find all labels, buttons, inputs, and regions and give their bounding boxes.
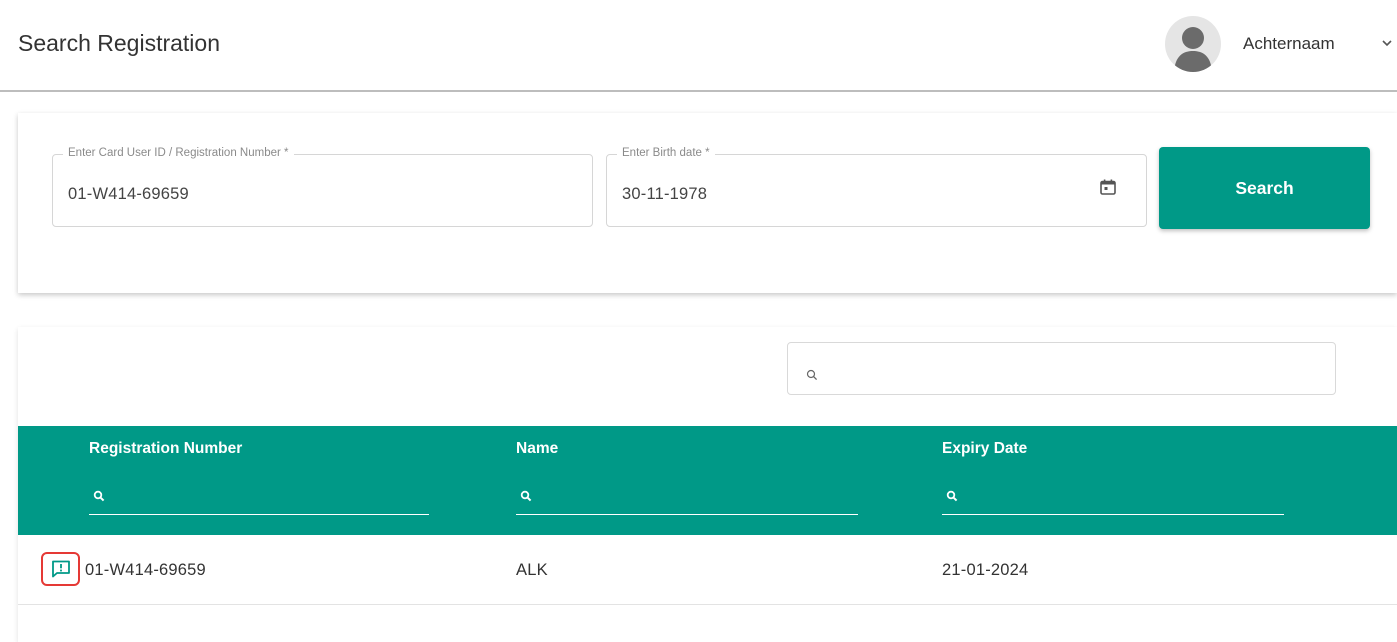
birth-date-value[interactable]: 30-11-1978: [607, 185, 707, 204]
column-header-registration-number[interactable]: Registration Number: [89, 440, 242, 458]
table-row[interactable]: 01-W414-69659 ALK 21-01-2024: [18, 535, 1397, 605]
page-title: Search Registration: [18, 30, 220, 56]
search-icon: [946, 490, 958, 502]
birth-date-field[interactable]: Enter Birth date * 30-11-1978: [606, 147, 1147, 227]
registration-number-label: Enter Card User ID / Registration Number…: [63, 147, 294, 159]
results-card: Registration Number Name Expiry Date 01-…: [18, 327, 1397, 642]
registration-number-value[interactable]: 01-W414-69659: [53, 185, 189, 204]
global-search-input[interactable]: [787, 342, 1336, 395]
user-name[interactable]: Achternaam: [1243, 34, 1335, 54]
cell-name: ALK: [516, 561, 548, 579]
search-icon: [806, 369, 818, 381]
registration-number-field[interactable]: Enter Card User ID / Registration Number…: [52, 147, 593, 227]
user-avatar-icon[interactable]: [1165, 16, 1221, 72]
cell-registration-number: 01-W414-69659: [85, 561, 206, 579]
registration-number-filter-input[interactable]: [89, 487, 429, 515]
column-header-expiry-date[interactable]: Expiry Date: [942, 440, 1027, 458]
table-header: Registration Number Name Expiry Date: [18, 426, 1397, 535]
search-icon: [93, 490, 105, 502]
name-filter-input[interactable]: [516, 487, 858, 515]
search-icon: [520, 490, 532, 502]
expiry-date-filter-input[interactable]: [942, 487, 1284, 515]
calendar-icon[interactable]: [1099, 178, 1117, 196]
search-form-card: Enter Card User ID / Registration Number…: [18, 113, 1397, 293]
top-bar: Search Registration Achternaam: [0, 0, 1397, 92]
chevron-down-icon[interactable]: [1380, 36, 1394, 50]
cell-expiry-date: 21-01-2024: [942, 561, 1029, 579]
row-feedback-button[interactable]: [41, 552, 80, 586]
feedback-icon: [51, 560, 70, 578]
birth-date-label: Enter Birth date *: [617, 147, 715, 159]
search-button[interactable]: Search: [1159, 147, 1370, 229]
column-header-name[interactable]: Name: [516, 440, 558, 458]
